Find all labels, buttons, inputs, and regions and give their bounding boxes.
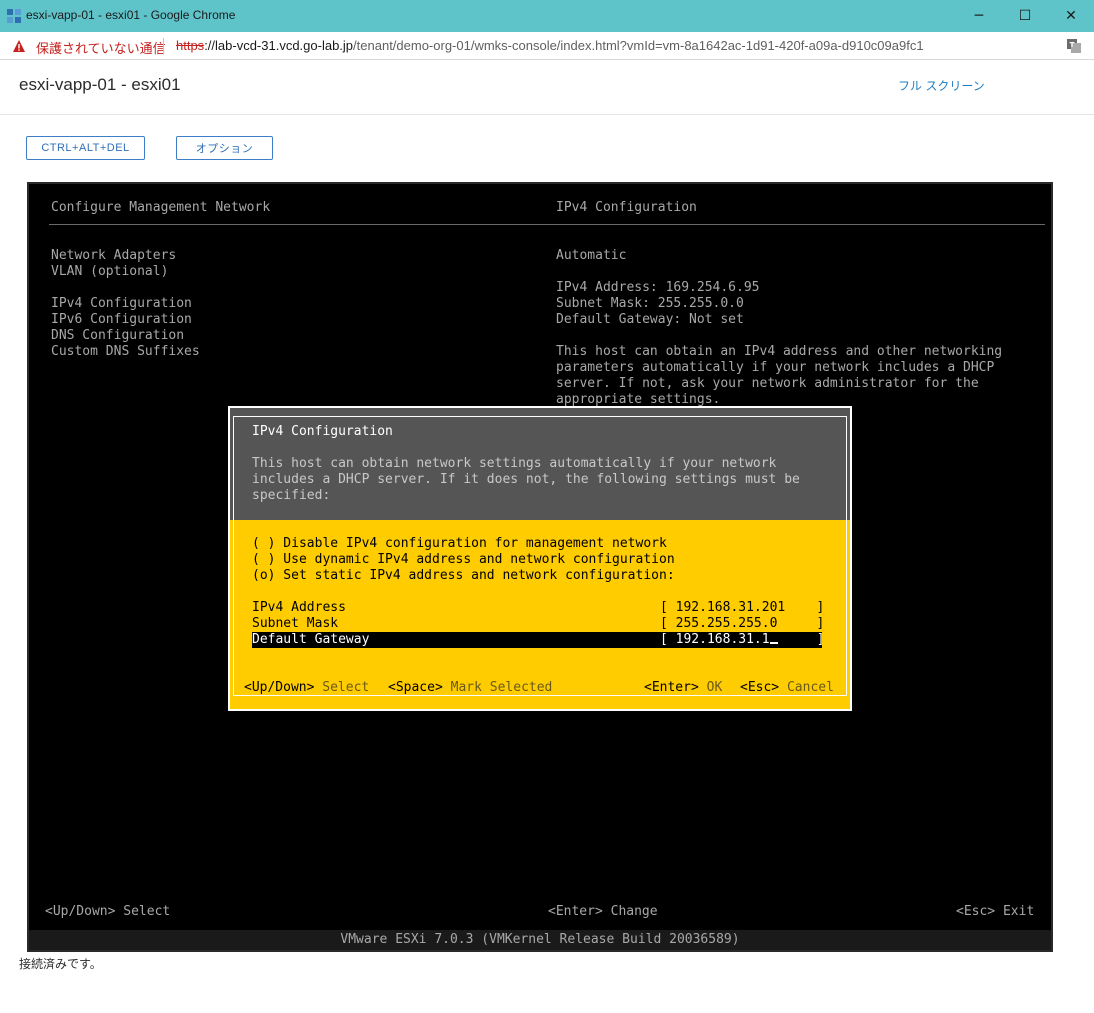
url-path: /tenant/demo-org-01/wmks-console/index.h… [353,38,924,53]
ipv4-address-value: 192.168.31.201 [675,600,786,615]
help-updown: <Up/Down> Select [244,680,369,696]
console-footer-select: <Up/Down> Select [45,904,171,919]
dialog-desc-line: This host can obtain network settings au… [252,456,777,471]
default-gateway-label: Default Gateway [252,632,370,647]
help-enter-desc: OK [706,680,723,695]
page-header: esxi-vapp-01 - esxi01 フル スクリーン [0,61,1094,115]
menu-item-ipv4[interactable]: IPv4 Configuration [51,296,192,312]
menu-item-ipv6[interactable]: IPv6 Configuration [51,312,192,328]
ipv4-desc-line: This host can obtain an IPv4 address and… [556,344,1003,359]
help-enter: <Enter> OK [644,680,722,696]
subnet-mask-info: Subnet Mask: 255.255.0.0 [556,296,744,311]
console-right-header: IPv4 Configuration [556,200,697,215]
console-footer-exit: <Esc> Exit [956,904,1035,919]
help-space: <Space> Mark Selected [388,680,552,696]
url-host: ://lab-vcd-31.vcd.go-lab.jp [204,38,354,53]
default-gateway-value: 192.168.31.1 [675,632,770,647]
help-enter-key: <Enter> [644,680,699,695]
ipv4-mode: Automatic [556,248,627,263]
esxi-version-bar: VMware ESXi 7.0.3 (VMKernel Release Buil… [29,930,1051,950]
console-left-header: Configure Management Network [51,200,271,215]
ipv4-address-label: IPv4 Address [252,600,346,615]
menu-item-vlan[interactable]: VLAN (optional) [51,264,168,280]
url-text[interactable]: https://lab-vcd-31.vcd.go-lab.jp/tenant/… [176,38,924,53]
help-space-key: <Space> [388,680,443,695]
dialog-title: IPv4 Configuration [252,424,393,439]
ctrl-alt-del-button[interactable]: CTRL+ALT+DEL [26,136,145,160]
option-disable-ipv4[interactable]: ( ) Disable IPv4 configuration for manag… [252,536,667,552]
page-title: esxi-vapp-01 - esxi01 [19,75,181,94]
translate-icon[interactable] [1066,38,1082,54]
subnet-mask-field[interactable]: [ 255.255.255.0 ] [660,616,824,632]
dialog-desc-line: specified: [252,488,331,503]
security-status[interactable]: 保護されていない通信 [36,38,166,57]
warning-icon [13,40,25,52]
connection-status: 接続済みです。 [19,957,102,971]
option-dynamic-ipv4[interactable]: ( ) Use dynamic IPv4 address and network… [252,552,675,568]
window-title: esxi-vapp-01 - esxi01 - Google Chrome [26,8,236,22]
url-scheme: https [176,38,205,53]
maximize-button[interactable]: ☐ [1002,0,1048,32]
ipv4-config-dialog[interactable]: IPv4 Configuration This host can obtain … [228,406,852,711]
help-esc-desc: Cancel [786,680,834,695]
subnet-mask-value: 255.255.255.0 [675,616,778,631]
help-esc-key: <Esc> [740,680,780,695]
ipv4-desc-line: server. If not, ask your network adminis… [556,376,979,391]
ipv4-desc-line: parameters automatically if your network… [556,360,995,375]
text-cursor [769,632,778,644]
option-static-ipv4[interactable]: (o) Set static IPv4 address and network … [252,568,675,584]
subnet-mask-label: Subnet Mask [252,616,339,631]
vm-console-icon [7,9,21,23]
ipv4-address-info: IPv4 Address: 169.254.6.95 [556,280,760,295]
ipv4-address-field[interactable]: [ 192.168.31.201 ] [660,600,824,616]
help-space-desc: Mark Selected [450,680,553,695]
address-bar[interactable]: 保護されていない通信 https://lab-vcd-31.vcd.go-lab… [0,32,1094,60]
minimize-button[interactable]: ─ [956,0,1002,32]
help-updown-key: <Up/Down> [244,680,315,695]
console-footer-change: <Enter> Change [548,904,658,919]
dialog-desc-line: includes a DHCP server. If it does not, … [252,472,800,487]
console-header-divider [49,224,1045,225]
menu-item-dns[interactable]: DNS Configuration [51,328,184,344]
help-esc: <Esc> Cancel [740,680,834,696]
menu-item-dns-suffixes[interactable]: Custom DNS Suffixes [51,344,200,360]
help-updown-desc: Select [322,680,370,695]
window-titlebar: esxi-vapp-01 - esxi01 - Google Chrome ─ … [0,0,1094,32]
fullscreen-link[interactable]: フル スクリーン [898,77,985,94]
menu-item-network-adapters[interactable]: Network Adapters [51,248,176,264]
close-button[interactable]: ✕ [1048,0,1094,32]
gateway-info: Default Gateway: Not set [556,312,744,327]
options-button[interactable]: オプション [176,136,273,160]
address-divider [163,38,164,54]
default-gateway-field[interactable]: [ 192.168.31.1 ] [660,632,825,648]
